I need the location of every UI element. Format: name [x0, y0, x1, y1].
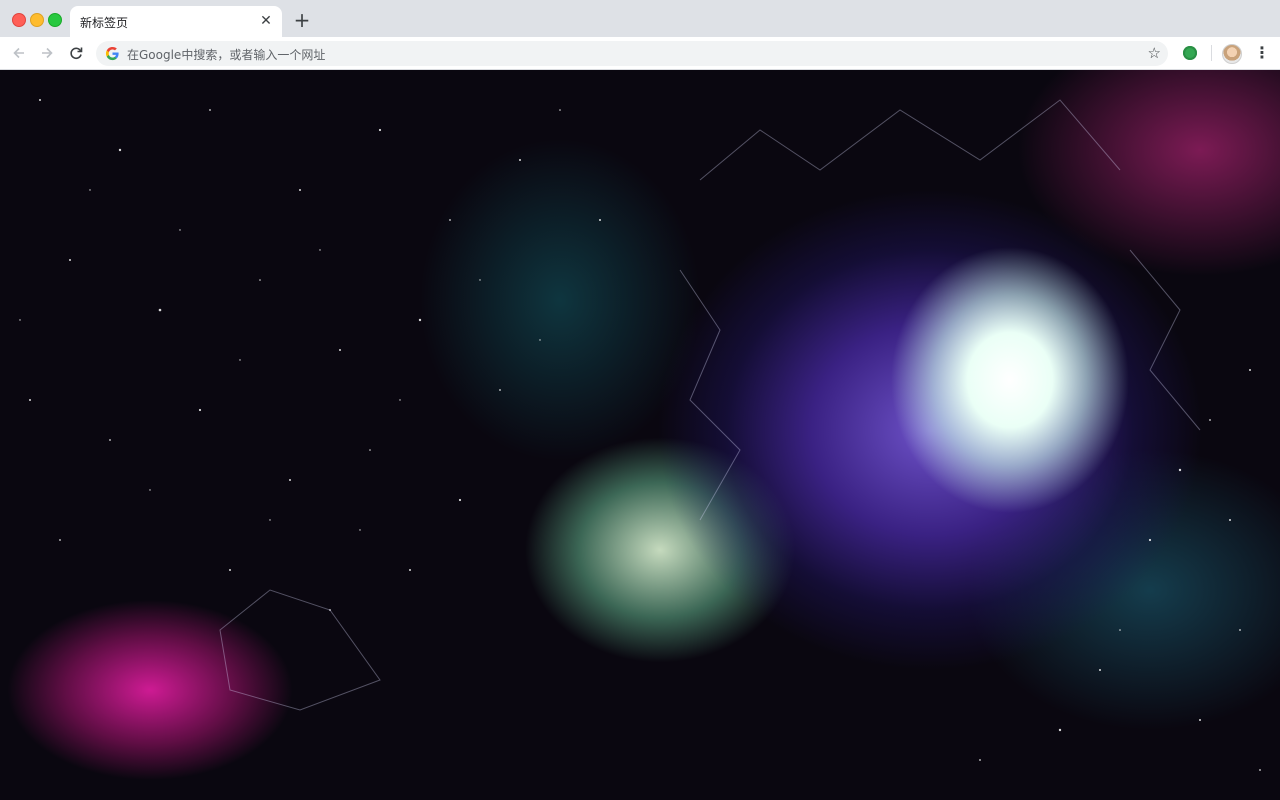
window-close-button[interactable]: [12, 13, 26, 27]
space-wormhole-background: [0, 70, 1280, 800]
tab-title: 新标签页: [80, 16, 129, 30]
reload-icon[interactable]: [66, 43, 86, 63]
close-icon[interactable]: ✕: [258, 13, 274, 29]
window-maximize-button[interactable]: [48, 13, 62, 27]
avatar[interactable]: [1222, 44, 1242, 64]
three-dot-menu-icon[interactable]: ⋮: [1254, 44, 1270, 62]
browser-window: 新标签页 ✕ + 在Google中搜索，或者输入一个网址 ☆ ⋮: [0, 0, 1280, 800]
omnibox-placeholder: 在Google中搜索，或者输入一个网址: [127, 48, 326, 62]
arrow-left-icon[interactable]: [9, 43, 29, 63]
tab-strip: 新标签页 ✕ +: [0, 0, 1280, 37]
google-icon: [105, 46, 119, 61]
starfield: [19, 99, 1261, 771]
star-icon[interactable]: ☆: [1148, 44, 1161, 62]
toolbar-divider: [1211, 45, 1212, 61]
plus-icon[interactable]: +: [292, 10, 312, 30]
address-bar[interactable]: 在Google中搜索，或者输入一个网址 ☆: [96, 41, 1168, 66]
arrow-right-icon[interactable]: [37, 43, 57, 63]
tab-new-tab[interactable]: 新标签页 ✕: [70, 6, 282, 37]
window-minimize-button[interactable]: [30, 13, 44, 27]
green-circle-extension-icon[interactable]: [1183, 46, 1197, 60]
toolbar: 在Google中搜索，或者输入一个网址 ☆: [0, 37, 1280, 70]
